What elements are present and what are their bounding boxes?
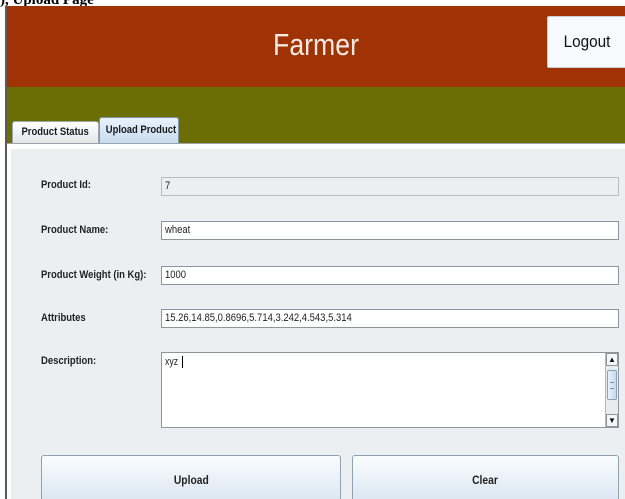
header-band: [7, 87, 625, 113]
tab-product-status[interactable]: Product Status: [12, 121, 99, 143]
text-caret: [181, 356, 183, 369]
product-weight-field[interactable]: 1000: [161, 266, 619, 285]
app-title: Farmer: [273, 27, 359, 62]
tab-upload-product-label: Upload Product: [105, 124, 177, 136]
farmer-window: Farmer Logout Product Status Upload Prod…: [5, 6, 625, 499]
product-id-field[interactable]: 7: [161, 177, 619, 196]
upload-button[interactable]: Upload: [41, 455, 341, 499]
tab-bar: Product Status Upload Product: [7, 113, 625, 143]
product-weight-label: Product Weight (in Kg):: [41, 269, 147, 281]
description-textarea[interactable]: xyz ▲ ▼: [161, 352, 619, 428]
attributes-label: Attributes: [41, 312, 86, 324]
page: ), Upload Page Farmer Logout Product Sta…: [0, 0, 625, 499]
scroll-down-arrow-icon[interactable]: ▼: [606, 414, 618, 427]
description-scrollbar[interactable]: ▲ ▼: [605, 353, 618, 427]
product-name-field[interactable]: wheat: [161, 221, 619, 240]
product-name-label: Product Name:: [41, 224, 109, 236]
tab-product-status-label: Product Status: [21, 126, 90, 138]
attributes-field[interactable]: 15.26,14.85,0.8696,5.714,3.242,4.543,5.3…: [161, 309, 619, 328]
logout-button[interactable]: Logout: [547, 16, 625, 68]
upload-form-panel: Product Id: 7 Product Name: wheat Produc…: [11, 149, 625, 499]
scroll-up-arrow-icon[interactable]: ▲: [606, 353, 618, 366]
logout-button-label: Logout: [563, 32, 610, 51]
app-header: Farmer Logout: [7, 6, 625, 87]
description-text: xyz: [165, 356, 183, 369]
description-label: Description:: [41, 355, 97, 367]
tab-content: Product Id: 7 Product Name: wheat Produc…: [7, 143, 625, 499]
tab-upload-product[interactable]: Upload Product: [99, 117, 179, 143]
product-id-label: Product Id:: [41, 179, 91, 191]
clear-button[interactable]: Clear: [352, 455, 619, 499]
scroll-thumb[interactable]: [607, 370, 617, 400]
